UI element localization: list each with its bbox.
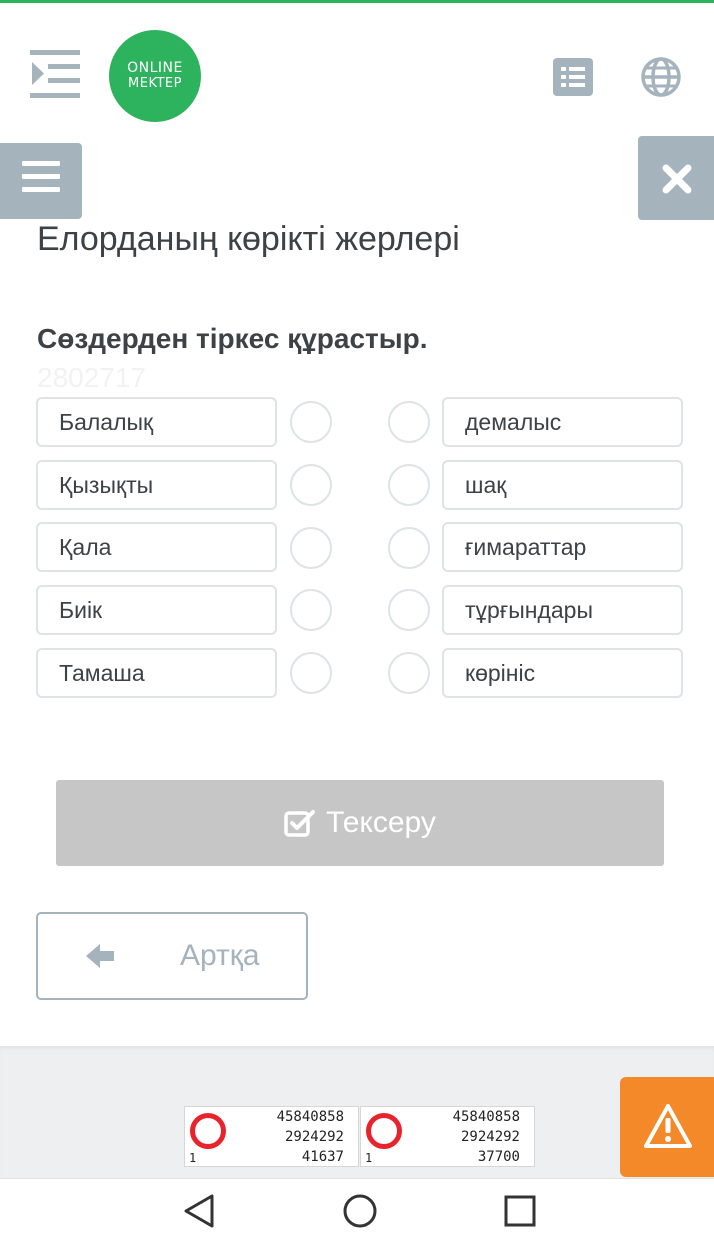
page-title: Елорданың көрікті жерлері (37, 220, 460, 258)
left-connector-4[interactable] (290, 589, 332, 631)
right-word-label: шақ (465, 471, 507, 498)
arrow-left-icon (86, 944, 114, 968)
warning-icon (644, 1104, 692, 1148)
right-word-label: көрініс (465, 659, 536, 686)
badge-number: 45840858 (276, 1109, 344, 1125)
right-word-4[interactable]: тұрғындары (442, 585, 683, 635)
badge-number: 2924292 (460, 1129, 520, 1145)
online-mektep-logo[interactable]: ONLINE MEKTEP (109, 30, 201, 122)
stats-badge-2: 45840858 2924292 37700 1 (360, 1106, 535, 1167)
left-word-2[interactable]: Қызықты (36, 460, 277, 510)
right-word-label: демалыс (465, 408, 562, 435)
stats-badge-1: 45840858 2924292 41637 1 (184, 1106, 359, 1167)
left-connector-5[interactable] (290, 652, 332, 694)
globe-icon[interactable] (641, 57, 681, 97)
logo-line-1: ONLINE (127, 60, 183, 76)
right-connector-2[interactable] (388, 464, 430, 506)
report-warning-button[interactable] (620, 1077, 714, 1177)
home-circle-icon[interactable] (340, 1191, 380, 1231)
left-word-5[interactable]: Тамаша (36, 648, 277, 698)
badge-number: 41637 (301, 1149, 344, 1165)
red-circle-icon (366, 1113, 402, 1149)
left-word-label: Биік (59, 596, 103, 623)
left-word-label: Қызықты (59, 471, 154, 498)
right-connector-4[interactable] (388, 589, 430, 631)
hamburger-icon (22, 161, 60, 192)
left-connector-1[interactable] (290, 401, 332, 443)
badge-number: 45840858 (452, 1109, 520, 1125)
header: ONLINE MEKTEP (0, 3, 714, 143)
check-button-label: Тексеру (326, 806, 436, 839)
left-word-label: Қала (59, 533, 112, 560)
left-word-3[interactable]: Қала (36, 522, 277, 572)
right-word-5[interactable]: көрініс (442, 648, 683, 698)
list-icon[interactable] (553, 58, 593, 96)
right-word-3[interactable]: ғимараттар (442, 522, 683, 572)
system-navigation-bar (0, 1178, 714, 1240)
back-button[interactable]: Артқа (36, 912, 308, 1000)
check-button[interactable]: Тексеру (56, 780, 664, 866)
indent-menu-icon[interactable] (30, 50, 82, 100)
left-connector-2[interactable] (290, 464, 332, 506)
back-triangle-icon[interactable] (180, 1191, 220, 1231)
close-button[interactable] (638, 136, 714, 220)
right-connector-1[interactable] (388, 401, 430, 443)
back-button-label: Артқа (180, 939, 260, 972)
right-connector-3[interactable] (388, 527, 430, 569)
left-word-label: Балалық (59, 408, 154, 435)
hamburger-menu-button[interactable] (0, 143, 82, 219)
badge-number: 37700 (477, 1149, 520, 1165)
badge-number: 2924292 (284, 1129, 344, 1145)
close-icon (662, 164, 692, 194)
badge-number: 1 (365, 1151, 373, 1165)
left-connector-3[interactable] (290, 527, 332, 569)
badge-number: 1 (189, 1151, 197, 1165)
right-word-1[interactable]: демалыс (442, 397, 683, 447)
red-circle-icon (190, 1113, 226, 1149)
left-word-4[interactable]: Биік (36, 585, 277, 635)
task-id-watermark: 2802717 (37, 362, 147, 393)
right-word-label: ғимараттар (465, 533, 587, 560)
right-word-2[interactable]: шақ (442, 460, 683, 510)
left-word-1[interactable]: Балалық (36, 397, 277, 447)
right-word-label: тұрғындары (465, 596, 593, 623)
recents-square-icon[interactable] (500, 1191, 540, 1231)
logo-line-2: MEKTEP (128, 76, 182, 91)
task-instruction: Сөздерден тіркес құрастыр. (37, 323, 428, 354)
right-connector-5[interactable] (388, 652, 430, 694)
checkbox-edit-icon (284, 810, 316, 837)
left-word-label: Тамаша (59, 659, 145, 686)
